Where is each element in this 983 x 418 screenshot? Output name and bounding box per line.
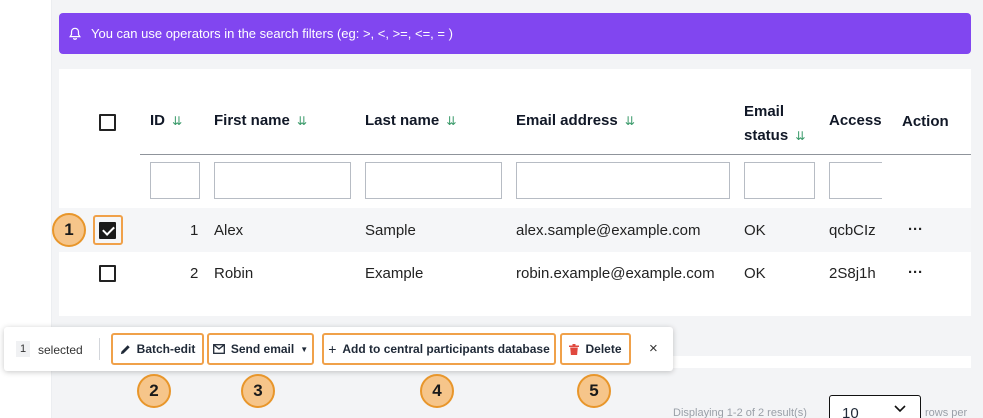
col-header-email-status[interactable]: Email status ⇊ [744, 100, 805, 148]
row-1-email: alex.sample@example.com [516, 222, 701, 239]
plus-icon: + [328, 341, 337, 357]
filter-id-input[interactable] [150, 162, 200, 199]
selected-count: 1 [16, 341, 31, 357]
callout-badge-1: 1 [52, 213, 86, 247]
rows-per-page-select[interactable]: 10 [829, 395, 921, 418]
filter-email-input[interactable] [516, 162, 730, 199]
info-banner: You can use operators in the search filt… [59, 13, 971, 54]
row-2-status: OK [744, 265, 766, 282]
sort-icon[interactable]: ⇊ [795, 129, 805, 143]
pager-area [673, 356, 971, 368]
caret-down-icon: ▼ [300, 344, 309, 354]
add-to-central-database-button[interactable]: + Add to central participants database [322, 333, 556, 365]
callout-badge-2: 2 [137, 374, 171, 408]
send-email-button[interactable]: Send email ▼ [207, 333, 314, 365]
rows-per-label: rows per [925, 407, 968, 418]
filter-first-name-input[interactable] [214, 162, 351, 199]
close-icon[interactable]: × [649, 340, 658, 357]
row-1-access: qcbCIz [829, 222, 876, 239]
col-header-email[interactable]: Email address ⇊ [516, 112, 635, 129]
mail-icon [212, 344, 225, 354]
callout-badge-3: 3 [241, 374, 275, 408]
select-all-checkbox[interactable] [99, 114, 116, 131]
row-1-first-name: Alex [214, 222, 244, 239]
sort-icon[interactable]: ⇊ [172, 114, 182, 128]
row-2-access: 2S8j1h [829, 265, 876, 282]
col-header-action: Action [902, 113, 949, 130]
row-2-id: 2 [190, 265, 199, 282]
row-2-email: robin.example@example.com [516, 265, 715, 282]
header-divider [140, 154, 971, 155]
filter-access-input[interactable] [829, 162, 882, 199]
row-1-more-icon[interactable]: ··· [908, 221, 923, 238]
delete-button[interactable]: Delete [560, 333, 631, 365]
batch-edit-button[interactable]: Batch-edit [111, 333, 204, 365]
row-1-last-name: Sample [365, 222, 416, 239]
row-1-id: 1 [190, 222, 199, 239]
row-2-more-icon[interactable]: ··· [908, 264, 923, 281]
selected-label: selected [38, 343, 83, 357]
callout-badge-5: 5 [577, 374, 611, 408]
col-header-access[interactable]: Access [829, 112, 882, 129]
row-2-first-name: Robin [214, 265, 254, 282]
col-header-first-name[interactable]: First name ⇊ [214, 112, 307, 129]
bell-icon [69, 27, 81, 40]
banner-text: You can use operators in the search filt… [91, 26, 453, 41]
row-2-last-name: Example [365, 265, 424, 282]
chevron-down-icon [894, 404, 906, 416]
callout-badge-4: 4 [420, 374, 454, 408]
sort-icon[interactable]: ⇊ [297, 114, 307, 128]
trash-icon [569, 343, 580, 355]
col-header-id[interactable]: ID ⇊ [150, 112, 182, 129]
pencil-icon [120, 344, 131, 355]
col-header-last-name[interactable]: Last name ⇊ [365, 112, 456, 129]
results-summary: Displaying 1-2 of 2 result(s) [673, 407, 807, 418]
toolbar-divider [99, 338, 100, 360]
filter-email-status-input[interactable] [744, 162, 815, 199]
bulk-actions-toolbar: 1 selected Batch-edit Send email ▼ + Add… [4, 327, 673, 371]
row-1-status: OK [744, 222, 766, 239]
row-1-checkbox[interactable] [99, 222, 116, 239]
filter-last-name-input[interactable] [365, 162, 502, 199]
sort-icon[interactable]: ⇊ [625, 114, 635, 128]
row-2-checkbox[interactable] [99, 265, 116, 282]
sort-icon[interactable]: ⇊ [446, 114, 456, 128]
